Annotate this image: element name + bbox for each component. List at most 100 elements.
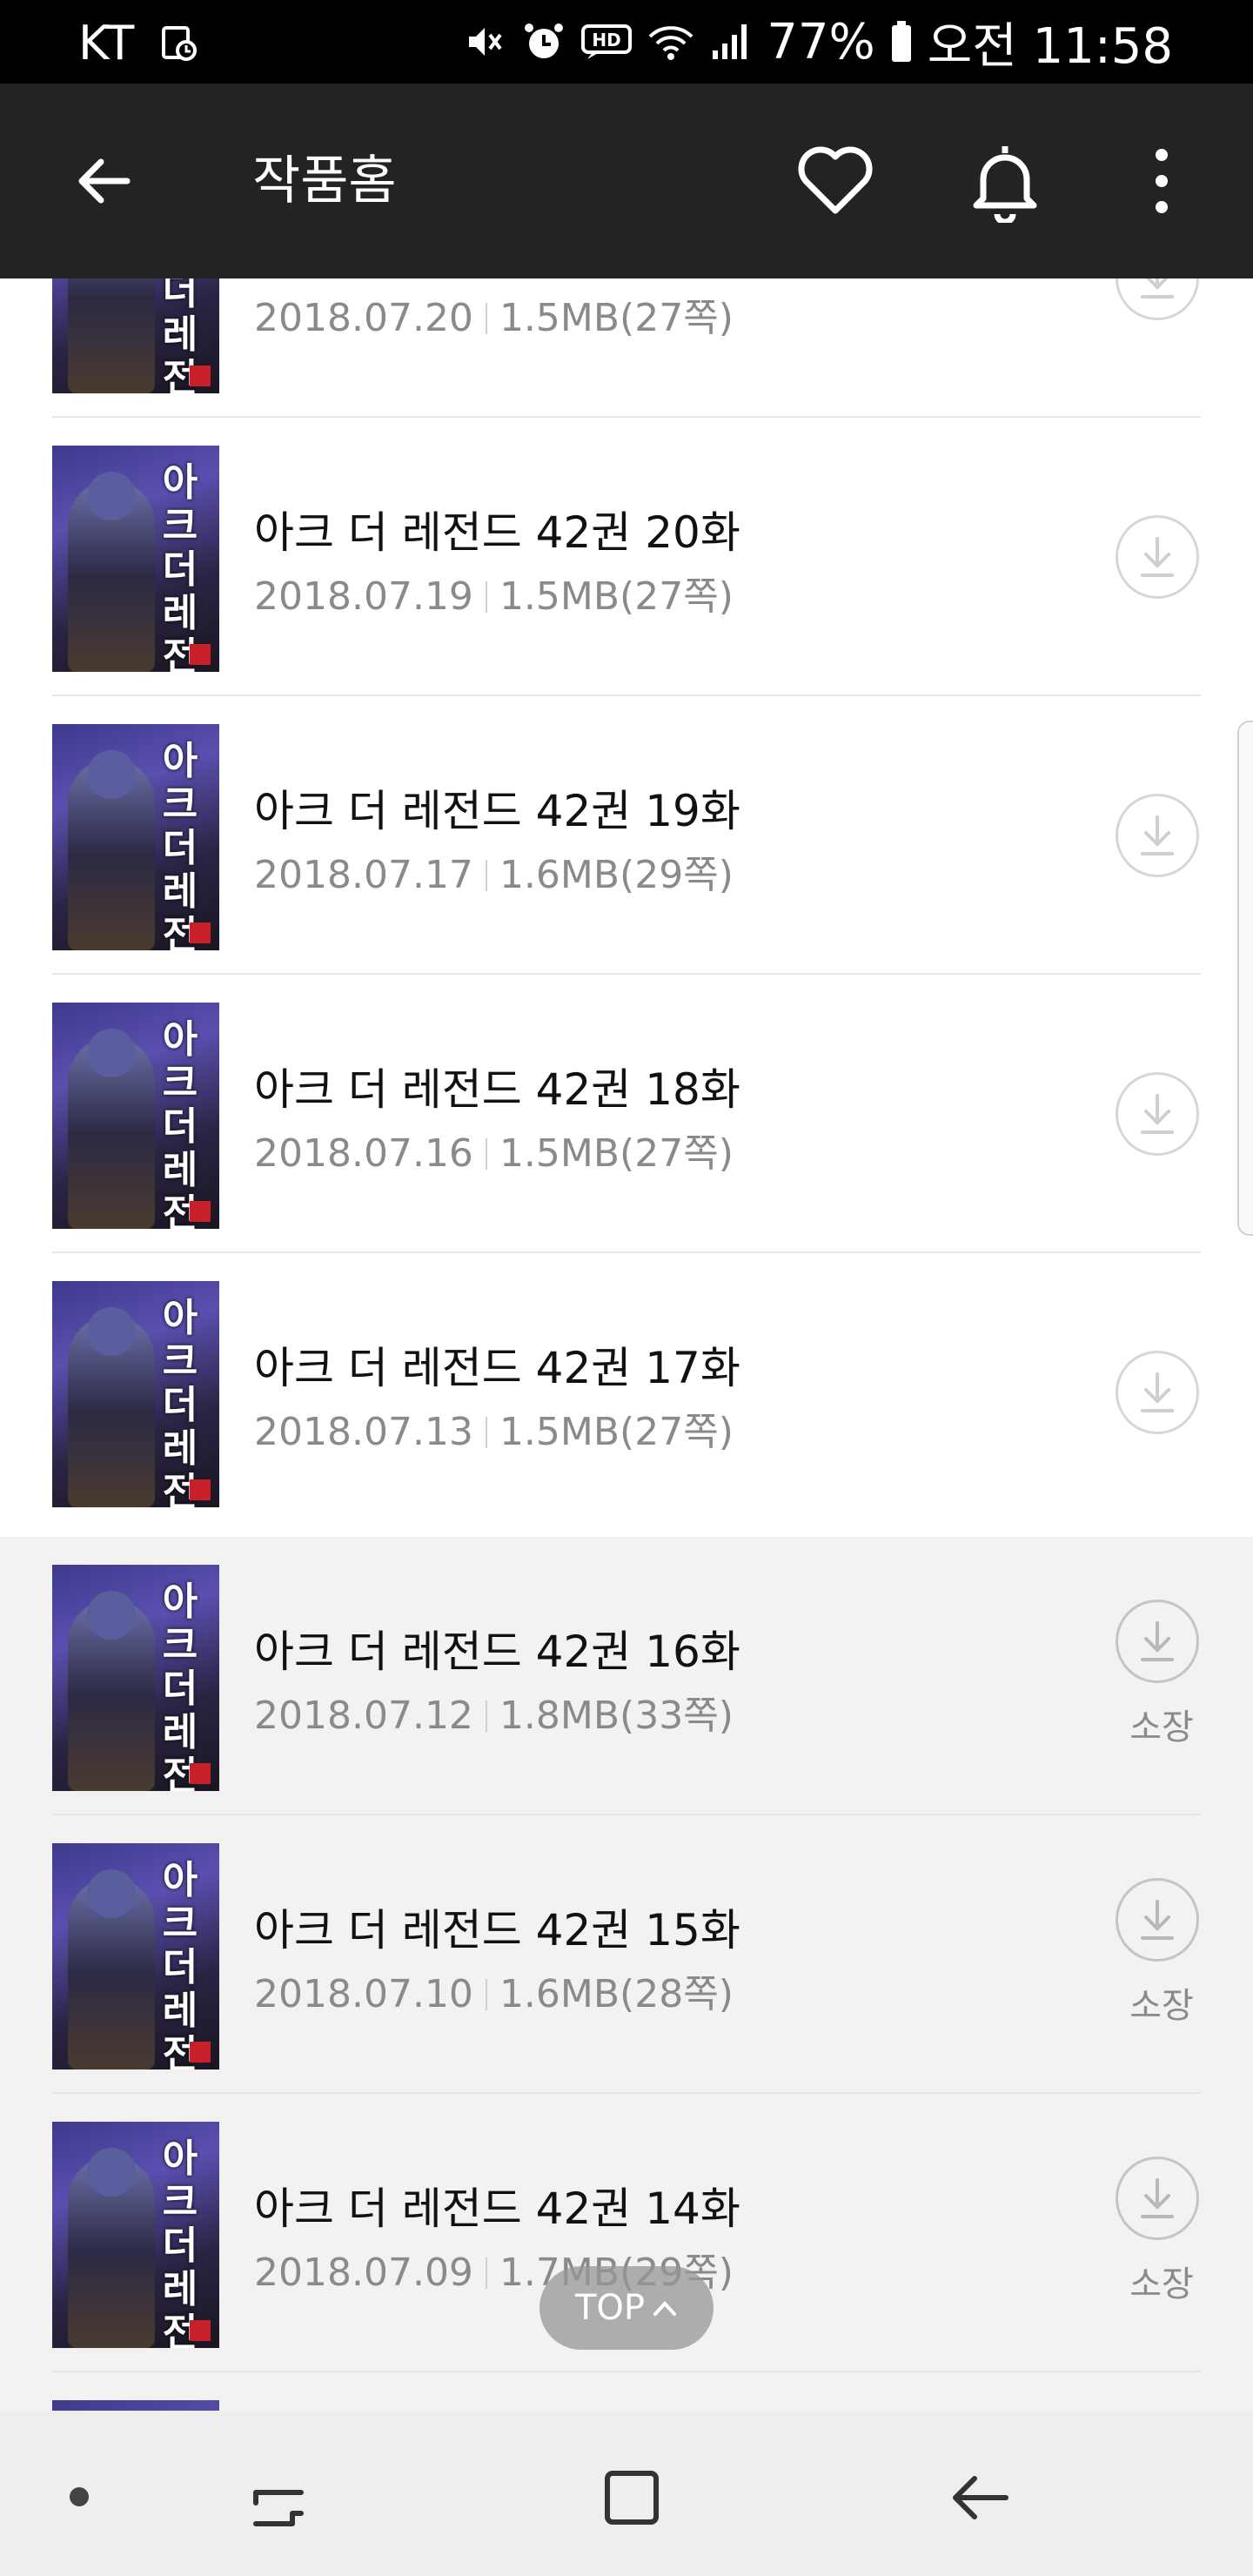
mute-icon [462, 19, 507, 64]
episode-date: 2018.07.12 [254, 1694, 473, 1738]
episode-date: 2018.07.16 [254, 1131, 473, 1176]
back-nav-button[interactable] [936, 2454, 1023, 2541]
episode-thumbnail: 아크 더 레전드 [52, 1565, 219, 1791]
episode-row[interactable]: 아크 더 레전드 아크 더 레전드 42권 20화 2018.07.19 1.5M… [0, 418, 1253, 696]
alarm-icon [521, 19, 566, 64]
favorite-button[interactable] [787, 138, 883, 225]
download-icon [1141, 1621, 1174, 1661]
episode-size: 1.8MB(33쪽) [499, 1694, 734, 1738]
episode-title: 아크 더 레전드 42권 18화 [254, 1064, 740, 1115]
download-button[interactable] [1116, 1072, 1199, 1156]
episode-thumbnail: 아크 더 레전드 [52, 278, 219, 393]
page-title: 작품홈 [252, 151, 397, 211]
hd-icon: HD [580, 21, 633, 63]
back-icon [953, 2476, 1008, 2519]
download-button[interactable] [1116, 1351, 1199, 1434]
episode-size: 1.5MB(27쪽) [499, 1131, 734, 1176]
episode-meta: 2018.07.12 1.8MB(33쪽) [254, 1692, 734, 1741]
sync-icon [158, 23, 198, 63]
episode-thumbnail: 아크 더 레전드 [52, 724, 219, 950]
episode-row-owned[interactable] [0, 2372, 1253, 2411]
episode-title: 아크 더 레전드 42권 16화 [254, 1627, 740, 1677]
episode-row[interactable]: 아크 더 레전드 아크 더 레전드 42권 17화 2018.07.13 1.5M… [0, 1253, 1253, 1532]
episode-size: 1.6MB(29쪽) [499, 853, 734, 897]
battery-percent: 77% [767, 13, 875, 70]
episode-meta: 2018.07.20 1.5MB(27쪽) [254, 294, 734, 343]
back-arrow-icon [78, 158, 131, 204]
system-nav-bar [0, 2411, 1253, 2576]
heart-icon [798, 146, 873, 214]
episode-size: 1.6MB(28쪽) [499, 1972, 734, 2016]
download-icon [1141, 278, 1174, 299]
recent-apps-icon [253, 2490, 304, 2526]
episode-list[interactable]: 아크 더 레전드 2018.07.20 1.5MB(27쪽) 아크 더 레전드 아… [0, 278, 1253, 2411]
episode-meta: 2018.07.10 1.6MB(28쪽) [254, 1970, 734, 2019]
episode-title: 아크 더 레전드 42권 20화 [254, 507, 740, 558]
episode-thumbnail: 아크 더 레전드 [52, 2122, 219, 2348]
owned-label: 소장 [1129, 1986, 1194, 2026]
download-button[interactable] [1116, 278, 1199, 320]
scrollbar[interactable] [1237, 721, 1253, 1236]
episode-thumbnail [52, 2400, 219, 2411]
download-button[interactable] [1116, 515, 1199, 599]
scroll-to-top-button[interactable]: TOP [539, 2266, 714, 2350]
notification-button[interactable] [957, 134, 1053, 230]
episode-thumbnail: 아크 더 레전드 [52, 1281, 219, 1507]
download-icon [1141, 1900, 1174, 1940]
episode-size: 1.5MB(27쪽) [499, 1410, 734, 1454]
download-button[interactable] [1116, 2157, 1199, 2240]
bell-icon [973, 146, 1037, 223]
back-button[interactable] [61, 138, 148, 225]
episode-title: 아크 더 레전드 42권 17화 [254, 1343, 740, 1393]
episode-row[interactable]: 아크 더 레전드 아크 더 레전드 42권 18화 2018.07.16 1.5M… [0, 975, 1253, 1253]
episode-thumbnail: 아크 더 레전드 [52, 1843, 219, 2070]
episode-date: 2018.07.09 [254, 2251, 473, 2295]
episode-row[interactable]: 아크 더 레전드 2018.07.20 1.5MB(27쪽) [0, 278, 1253, 418]
download-button[interactable] [1116, 1878, 1199, 1962]
status-left: KT [78, 12, 198, 73]
download-icon [1141, 1094, 1174, 1134]
download-icon [1141, 815, 1174, 855]
episode-meta: 2018.07.13 1.5MB(27쪽) [254, 1408, 734, 1457]
episode-date: 2018.07.10 [254, 1972, 473, 2016]
download-icon [1141, 2178, 1174, 2218]
top-label: TOP [574, 2288, 646, 2328]
cover-title: 아크 더 레전드 [162, 1017, 198, 1230]
status-right: HD 77% 오전 11:58 [462, 10, 1173, 75]
episode-meta: 2018.07.19 1.5MB(27쪽) [254, 573, 734, 621]
episode-date: 2018.07.17 [254, 853, 473, 897]
carrier-label: KT [78, 15, 135, 70]
home-button[interactable] [588, 2454, 675, 2541]
status-bar: KT HD 77% 오전 11:58 [0, 0, 1253, 84]
episode-date: 2018.07.19 [254, 574, 473, 619]
episode-row[interactable]: 아크 더 레전드 아크 더 레전드 42권 19화 2018.07.17 1.6M… [0, 696, 1253, 975]
episode-thumbnail: 아크 더 레전드 [52, 446, 219, 672]
cover-title: 아크 더 레전드 [162, 1296, 198, 1508]
episode-date: 2018.07.20 [254, 296, 473, 340]
cover-title: 아크 더 레전드 [162, 1580, 198, 1792]
cover-title: 아크 더 레전드 [162, 739, 198, 951]
more-vert-icon [1156, 149, 1168, 213]
download-icon [1141, 537, 1174, 577]
home-icon [605, 2471, 659, 2525]
app-bar: 작품홈 [0, 84, 1253, 278]
chevron-up-icon [653, 2301, 677, 2316]
episode-row-owned[interactable]: 아크 더 레전드 아크 더 레전드 42권 16화 2018.07.12 1.8M… [0, 1537, 1253, 1815]
cover-title: 아크 더 레전드 [162, 460, 198, 673]
episode-meta: 2018.07.16 1.5MB(27쪽) [254, 1130, 734, 1178]
episode-size: 1.5MB(27쪽) [499, 296, 734, 340]
episode-row-owned[interactable]: 아크 더 레전드 아크 더 레전드 42권 15화 2018.07.10 1.6M… [0, 1815, 1253, 2094]
owned-label: 소장 [1129, 2264, 1194, 2304]
more-options-button[interactable] [1122, 138, 1201, 225]
cover-title: 아크 더 레전드 [162, 2137, 198, 2349]
episode-title: 아크 더 레전드 42권 19화 [254, 786, 740, 836]
episode-date: 2018.07.13 [254, 1410, 473, 1454]
signal-icon [709, 21, 753, 63]
battery-icon [889, 19, 914, 64]
dot-icon[interactable] [70, 2487, 89, 2506]
owned-label: 소장 [1129, 1707, 1194, 1748]
recent-apps-button[interactable] [235, 2454, 322, 2541]
download-button[interactable] [1116, 1600, 1199, 1683]
download-button[interactable] [1116, 794, 1199, 877]
wifi-icon [647, 21, 695, 63]
